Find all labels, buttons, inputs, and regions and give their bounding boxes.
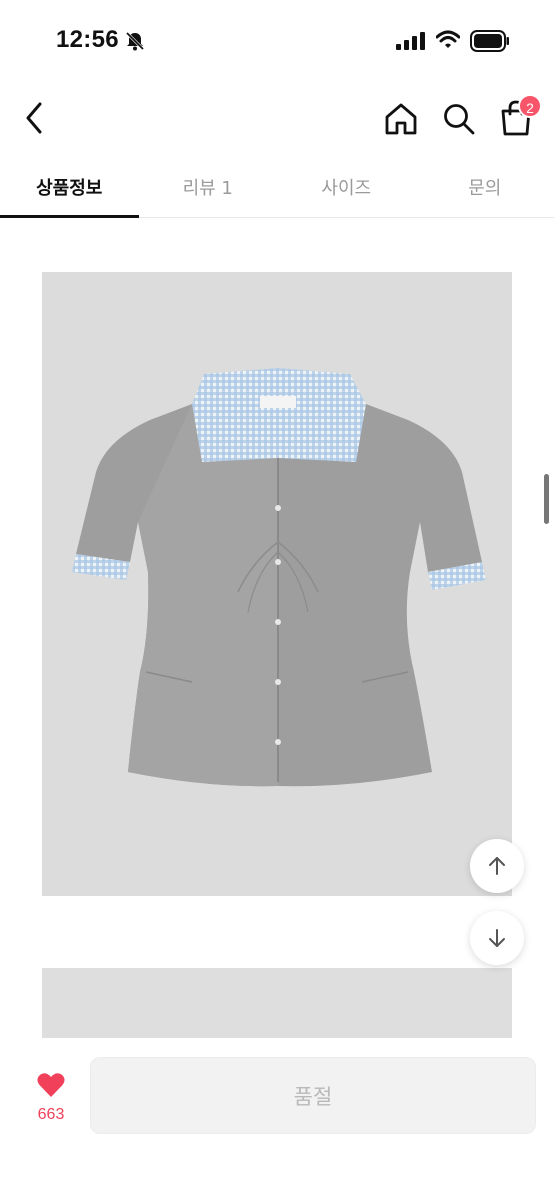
tab-reviews[interactable]: 리뷰 1: [139, 154, 278, 217]
tab-inquiry[interactable]: 문의: [416, 154, 554, 217]
wifi-icon: [436, 30, 460, 48]
tab-size[interactable]: 사이즈: [277, 154, 416, 217]
product-tabs: 상품정보 리뷰 1 사이즈 문의: [0, 154, 554, 218]
heart-icon: [37, 1073, 65, 1097]
status-time: 12:56: [56, 26, 119, 53]
like-count: 663: [37, 1106, 65, 1123]
arrow-up-icon: [489, 857, 505, 875]
home-icon[interactable]: [382, 100, 420, 138]
cellular-signal-icon: [396, 32, 425, 50]
tab-product-info[interactable]: 상품정보: [0, 154, 139, 218]
chevron-left-icon[interactable]: [18, 98, 52, 138]
bell-slash-icon: [125, 31, 145, 51]
scroll-top-button[interactable]: [470, 839, 524, 893]
product-image-secondary: [42, 968, 512, 1038]
cart-count-badge: 2: [518, 94, 542, 118]
scrollbar[interactable]: [544, 474, 549, 524]
product-shirt-illustration: [72, 368, 486, 787]
status-bar: 12:56: [0, 0, 554, 84]
battery-icon: [470, 30, 509, 52]
search-icon[interactable]: [440, 100, 478, 138]
arrow-down-icon: [489, 929, 505, 947]
sold-out-button[interactable]: 품절: [90, 1057, 536, 1134]
scroll-bottom-button[interactable]: [470, 911, 524, 965]
top-nav: [0, 84, 554, 154]
product-image: [42, 272, 512, 896]
